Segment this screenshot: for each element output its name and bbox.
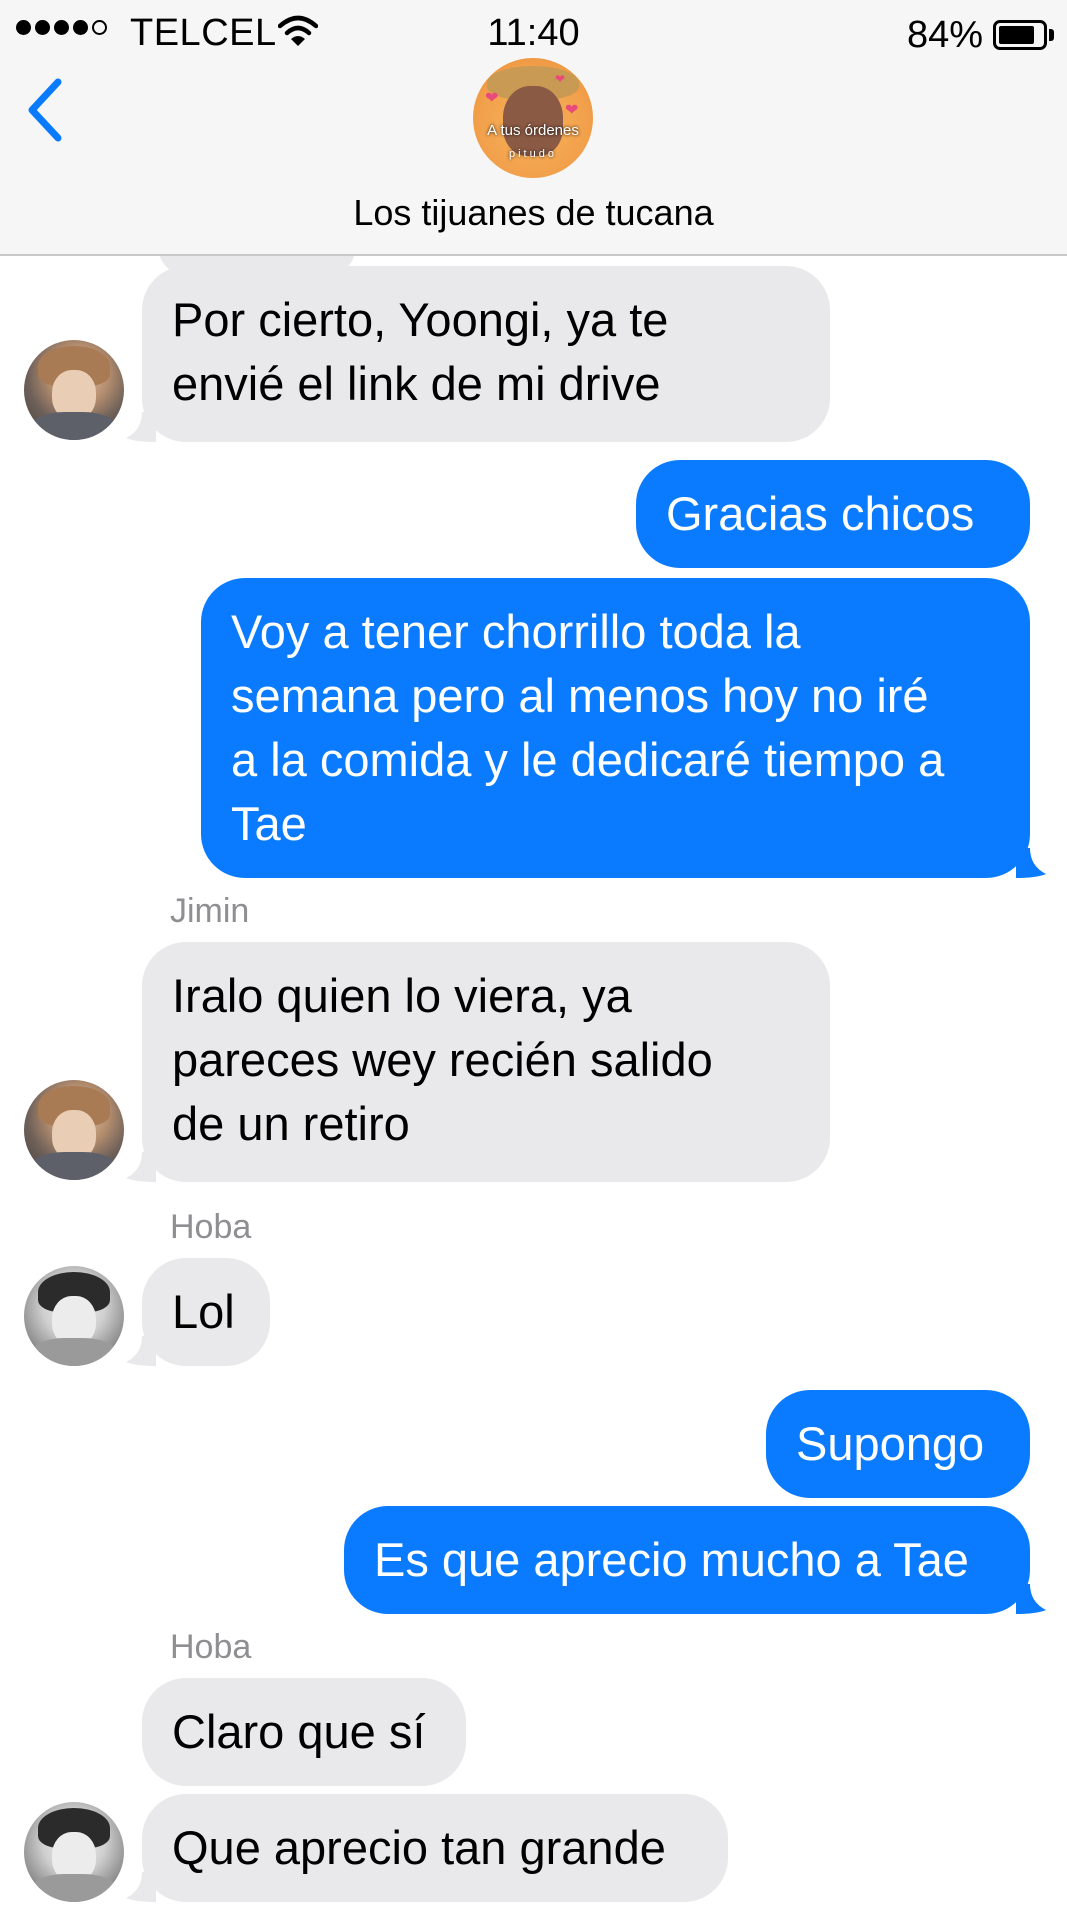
avatar-body	[30, 1338, 118, 1366]
message-bubble-incoming[interactable]: Que aprecio tan grande	[142, 1794, 728, 1902]
message-bubble-incoming[interactable]: Por cierto, Yoongi, ya te envié el link …	[142, 266, 830, 442]
message-bubble-outgoing[interactable]: Voy a tener chorrillo toda la semana per…	[201, 578, 1030, 878]
avatar-body	[30, 1152, 118, 1180]
message-bubble-incoming[interactable]: Iralo quien lo viera, ya pareces wey rec…	[142, 942, 830, 1182]
bubble-tail	[126, 1152, 156, 1182]
avatar-body	[30, 412, 118, 440]
message-list[interactable]: Por cierto, Yoongi, ya te envié el link …	[0, 256, 1067, 1920]
sender-name: Hoba	[170, 1208, 252, 1246]
messages-screen: TELCEL 11:40 84% ❤ ❤ ❤ A tus órdenes pit…	[0, 0, 1067, 1920]
message-bubble-outgoing[interactable]: Gracias chicos	[636, 460, 1030, 568]
heart-icon: ❤	[555, 72, 566, 86]
heart-icon: ❤	[485, 90, 499, 107]
avatar-hoba[interactable]	[24, 1802, 124, 1902]
group-avatar-caption: A tus órdenes	[487, 122, 579, 139]
battery-cap	[1049, 29, 1054, 41]
sender-name: Hoba	[170, 1628, 252, 1666]
message-bubble-outgoing[interactable]: Es que aprecio mucho a Tae	[344, 1506, 1030, 1614]
battery-icon	[993, 20, 1047, 50]
message-bubble-incoming[interactable]: Claro que sí	[142, 1678, 466, 1786]
sender-name: Jimin	[170, 892, 250, 930]
conversation-header: TELCEL 11:40 84% ❤ ❤ ❤ A tus órdenes pit…	[0, 0, 1067, 256]
group-avatar[interactable]: ❤ ❤ ❤ A tus órdenes pitudo	[473, 58, 593, 178]
heart-icon: ❤	[565, 102, 579, 119]
bubble-tail	[1016, 1584, 1046, 1614]
bubble-tail	[126, 1872, 156, 1902]
bubble-tail	[126, 1336, 156, 1366]
avatar-hoba[interactable]	[24, 1266, 124, 1366]
avatar-body	[30, 1874, 118, 1902]
avatar-face	[503, 86, 563, 156]
battery-level	[999, 26, 1035, 44]
bubble-tail	[1016, 848, 1046, 878]
chat-title[interactable]: Los tijuanes de tucana	[0, 192, 1067, 234]
battery-percentage: 84%	[906, 14, 983, 56]
avatar-jimin[interactable]	[24, 340, 124, 440]
message-bubble-incoming[interactable]: Lol	[142, 1258, 270, 1366]
bubble-tail	[126, 412, 156, 442]
avatar-jimin[interactable]	[24, 1080, 124, 1180]
message-bubble-outgoing[interactable]: Supongo	[766, 1390, 1030, 1498]
back-chevron-icon[interactable]	[18, 70, 74, 150]
group-avatar-subcaption: pitudo	[509, 148, 557, 160]
